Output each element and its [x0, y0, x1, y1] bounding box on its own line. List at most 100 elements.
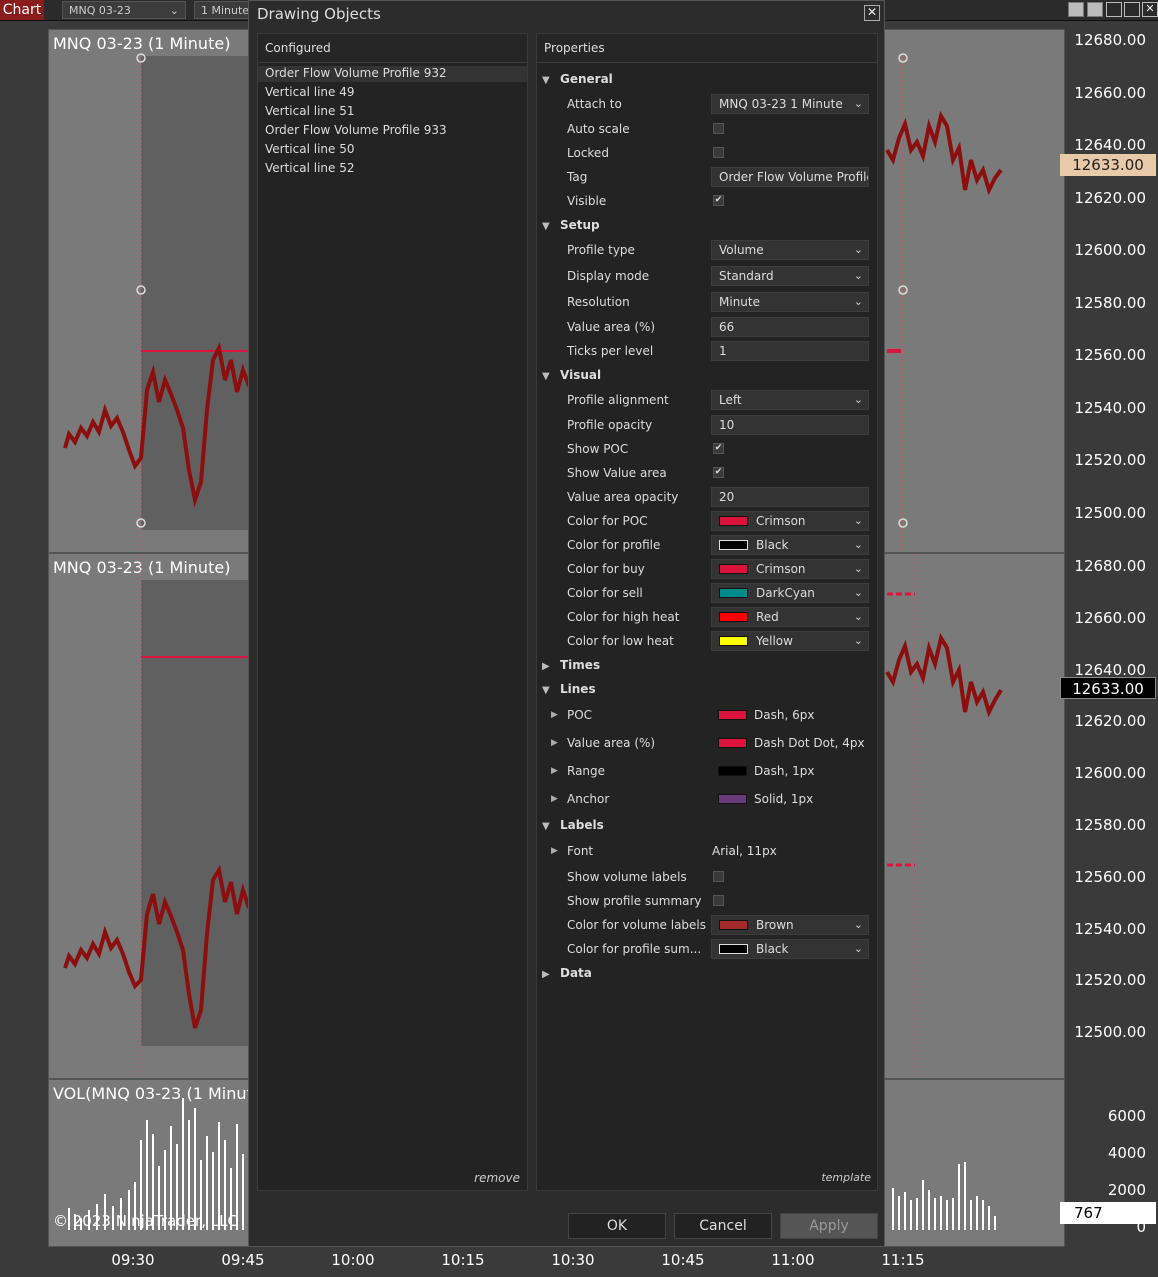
- prop-label: Show volume labels: [567, 870, 687, 884]
- prop-label: Show profile summary: [567, 894, 702, 908]
- section-labels[interactable]: ▼ Labels: [542, 818, 604, 832]
- instrument-selector[interactable]: MNQ 03-23 ⌄: [62, 1, 186, 19]
- tag-input[interactable]: Order Flow Volume Profile: [711, 167, 869, 187]
- window-menu-icon[interactable]: [1068, 2, 1084, 17]
- prop-label: Value area (%): [567, 736, 656, 750]
- select-value: Volume: [719, 243, 764, 257]
- prop-label: Show POC: [567, 442, 629, 456]
- section-data[interactable]: ▶ Data: [542, 966, 592, 980]
- attach-to-select[interactable]: MNQ 03-23 1 Minute ⌄: [711, 94, 869, 114]
- section-label: Labels: [560, 818, 604, 832]
- section-visual[interactable]: ▼ Visual: [542, 368, 601, 382]
- locked-checkbox[interactable]: [713, 147, 724, 158]
- color-swatch: [719, 944, 748, 954]
- section-lines[interactable]: ▼ Lines: [542, 682, 596, 696]
- configured-item[interactable]: Order Flow Volume Profile 932: [265, 66, 447, 80]
- line-style-value: Solid, 1px: [754, 792, 814, 806]
- current-price-marker: 12633.00: [1060, 677, 1156, 699]
- font-value[interactable]: Arial, 11px: [712, 844, 777, 858]
- color-sell-select[interactable]: DarkCyan ⌄: [711, 583, 869, 603]
- line-value-area-value[interactable]: Dash Dot Dot, 4px: [712, 736, 865, 750]
- show-volume-labels-checkbox[interactable]: [713, 871, 724, 882]
- axis-tick-label: 12560.00: [1074, 346, 1146, 364]
- interval-label: 1 Minute: [201, 4, 250, 17]
- configured-item[interactable]: Vertical line 52: [265, 161, 354, 175]
- apply-button[interactable]: Apply: [780, 1213, 878, 1239]
- time-tick-label: 10:45: [661, 1251, 705, 1269]
- prop-label: Auto scale: [567, 122, 630, 136]
- axis-tick-label: 4000: [1107, 1144, 1146, 1162]
- show-profile-summary-checkbox[interactable]: [713, 895, 724, 906]
- profile-alignment-select[interactable]: Left ⌄: [711, 390, 869, 410]
- configured-item[interactable]: Order Flow Volume Profile 933: [265, 123, 447, 137]
- chevron-down-icon: ⌄: [853, 942, 863, 955]
- select-value: Red: [756, 610, 779, 624]
- minimize-icon[interactable]: [1106, 2, 1122, 17]
- display-mode-select[interactable]: Standard ⌄: [711, 266, 869, 286]
- interval-selector[interactable]: 1 Minute: [194, 1, 254, 19]
- sub-expand-arrow-icon[interactable]: ▶: [551, 710, 558, 720]
- chevron-down-icon: ⌄: [853, 393, 863, 406]
- window-menu2-icon[interactable]: [1087, 2, 1103, 17]
- sub-expand-arrow-icon[interactable]: ▶: [551, 738, 558, 748]
- close-window-icon[interactable]: ✕: [1142, 2, 1158, 17]
- chevron-down-icon: ⌄: [169, 4, 179, 17]
- section-setup[interactable]: ▼ Setup: [542, 218, 600, 232]
- cancel-button[interactable]: Cancel: [674, 1213, 772, 1239]
- value-area-opacity-input[interactable]: 20: [711, 487, 869, 507]
- profile-type-select[interactable]: Volume ⌄: [711, 240, 869, 260]
- chart-tab[interactable]: Chart: [0, 0, 44, 20]
- maximize-icon[interactable]: [1124, 2, 1140, 17]
- properties-header: Properties: [537, 34, 877, 63]
- chevron-down-icon: ⌄: [853, 514, 863, 527]
- expand-arrow-icon: ▼: [542, 685, 550, 696]
- sub-expand-arrow-icon[interactable]: ▶: [551, 846, 558, 856]
- profile-opacity-input[interactable]: 10: [711, 415, 869, 435]
- axis-tick-label: 12600.00: [1074, 764, 1146, 783]
- ticks-per-level-input[interactable]: 1: [711, 341, 869, 361]
- configured-header: Configured: [258, 34, 527, 63]
- value-area-input[interactable]: 66: [711, 317, 869, 337]
- configured-item[interactable]: Vertical line 49: [265, 85, 354, 99]
- prop-label: Font: [567, 844, 594, 858]
- line-style-value: Dash, 1px: [754, 764, 815, 778]
- close-icon[interactable]: ✕: [864, 5, 880, 21]
- show-value-area-checkbox[interactable]: ✔: [713, 467, 724, 478]
- color-profile-select[interactable]: Black ⌄: [711, 535, 869, 555]
- prop-label: Profile opacity: [567, 418, 653, 432]
- price-axis[interactable]: [1066, 29, 1158, 1247]
- color-poc-select[interactable]: Crimson ⌄: [711, 511, 869, 531]
- prop-label: Anchor: [567, 792, 610, 806]
- color-buy-select[interactable]: Crimson ⌄: [711, 559, 869, 579]
- sub-expand-arrow-icon[interactable]: ▶: [551, 794, 558, 804]
- axis-tick-label: 12640.00: [1074, 136, 1146, 154]
- line-poc-value[interactable]: Dash, 6px: [712, 708, 814, 722]
- color-low-heat-select[interactable]: Yellow ⌄: [711, 631, 869, 651]
- axis-tick-label: 12500.00: [1074, 1023, 1146, 1042]
- color-high-heat-select[interactable]: Red ⌄: [711, 607, 869, 627]
- line-range-value[interactable]: Dash, 1px: [712, 764, 814, 778]
- select-value: Minute: [719, 295, 760, 309]
- chevron-down-icon: ⌄: [853, 243, 863, 256]
- chevron-down-icon: ⌄: [853, 586, 863, 599]
- sub-expand-arrow-icon[interactable]: ▶: [551, 766, 558, 776]
- resolution-select[interactable]: Minute ⌄: [711, 292, 869, 312]
- section-general[interactable]: ▼ General: [542, 72, 613, 86]
- prop-label: Profile type: [567, 243, 635, 257]
- configured-item[interactable]: Vertical line 50: [265, 142, 354, 156]
- remove-link[interactable]: remove: [474, 1171, 520, 1185]
- color-volume-labels-select[interactable]: Brown ⌄: [711, 915, 869, 935]
- line-style-value: Dash, 6px: [754, 708, 815, 722]
- line-anchor-value[interactable]: Solid, 1px: [712, 792, 813, 806]
- visible-checkbox[interactable]: ✔: [713, 195, 724, 206]
- color-swatch: [719, 564, 748, 574]
- configured-item[interactable]: Vertical line 51: [265, 104, 354, 118]
- select-value: Black: [756, 538, 789, 552]
- auto-scale-checkbox[interactable]: [713, 123, 724, 134]
- section-times[interactable]: ▶ Times: [542, 658, 600, 672]
- axis-tick-label: 12660.00: [1074, 608, 1146, 627]
- template-link[interactable]: template: [821, 1171, 871, 1184]
- show-poc-checkbox[interactable]: ✔: [713, 443, 724, 454]
- ok-button[interactable]: OK: [568, 1213, 666, 1239]
- color-profile-summary-select[interactable]: Black ⌄: [711, 939, 869, 959]
